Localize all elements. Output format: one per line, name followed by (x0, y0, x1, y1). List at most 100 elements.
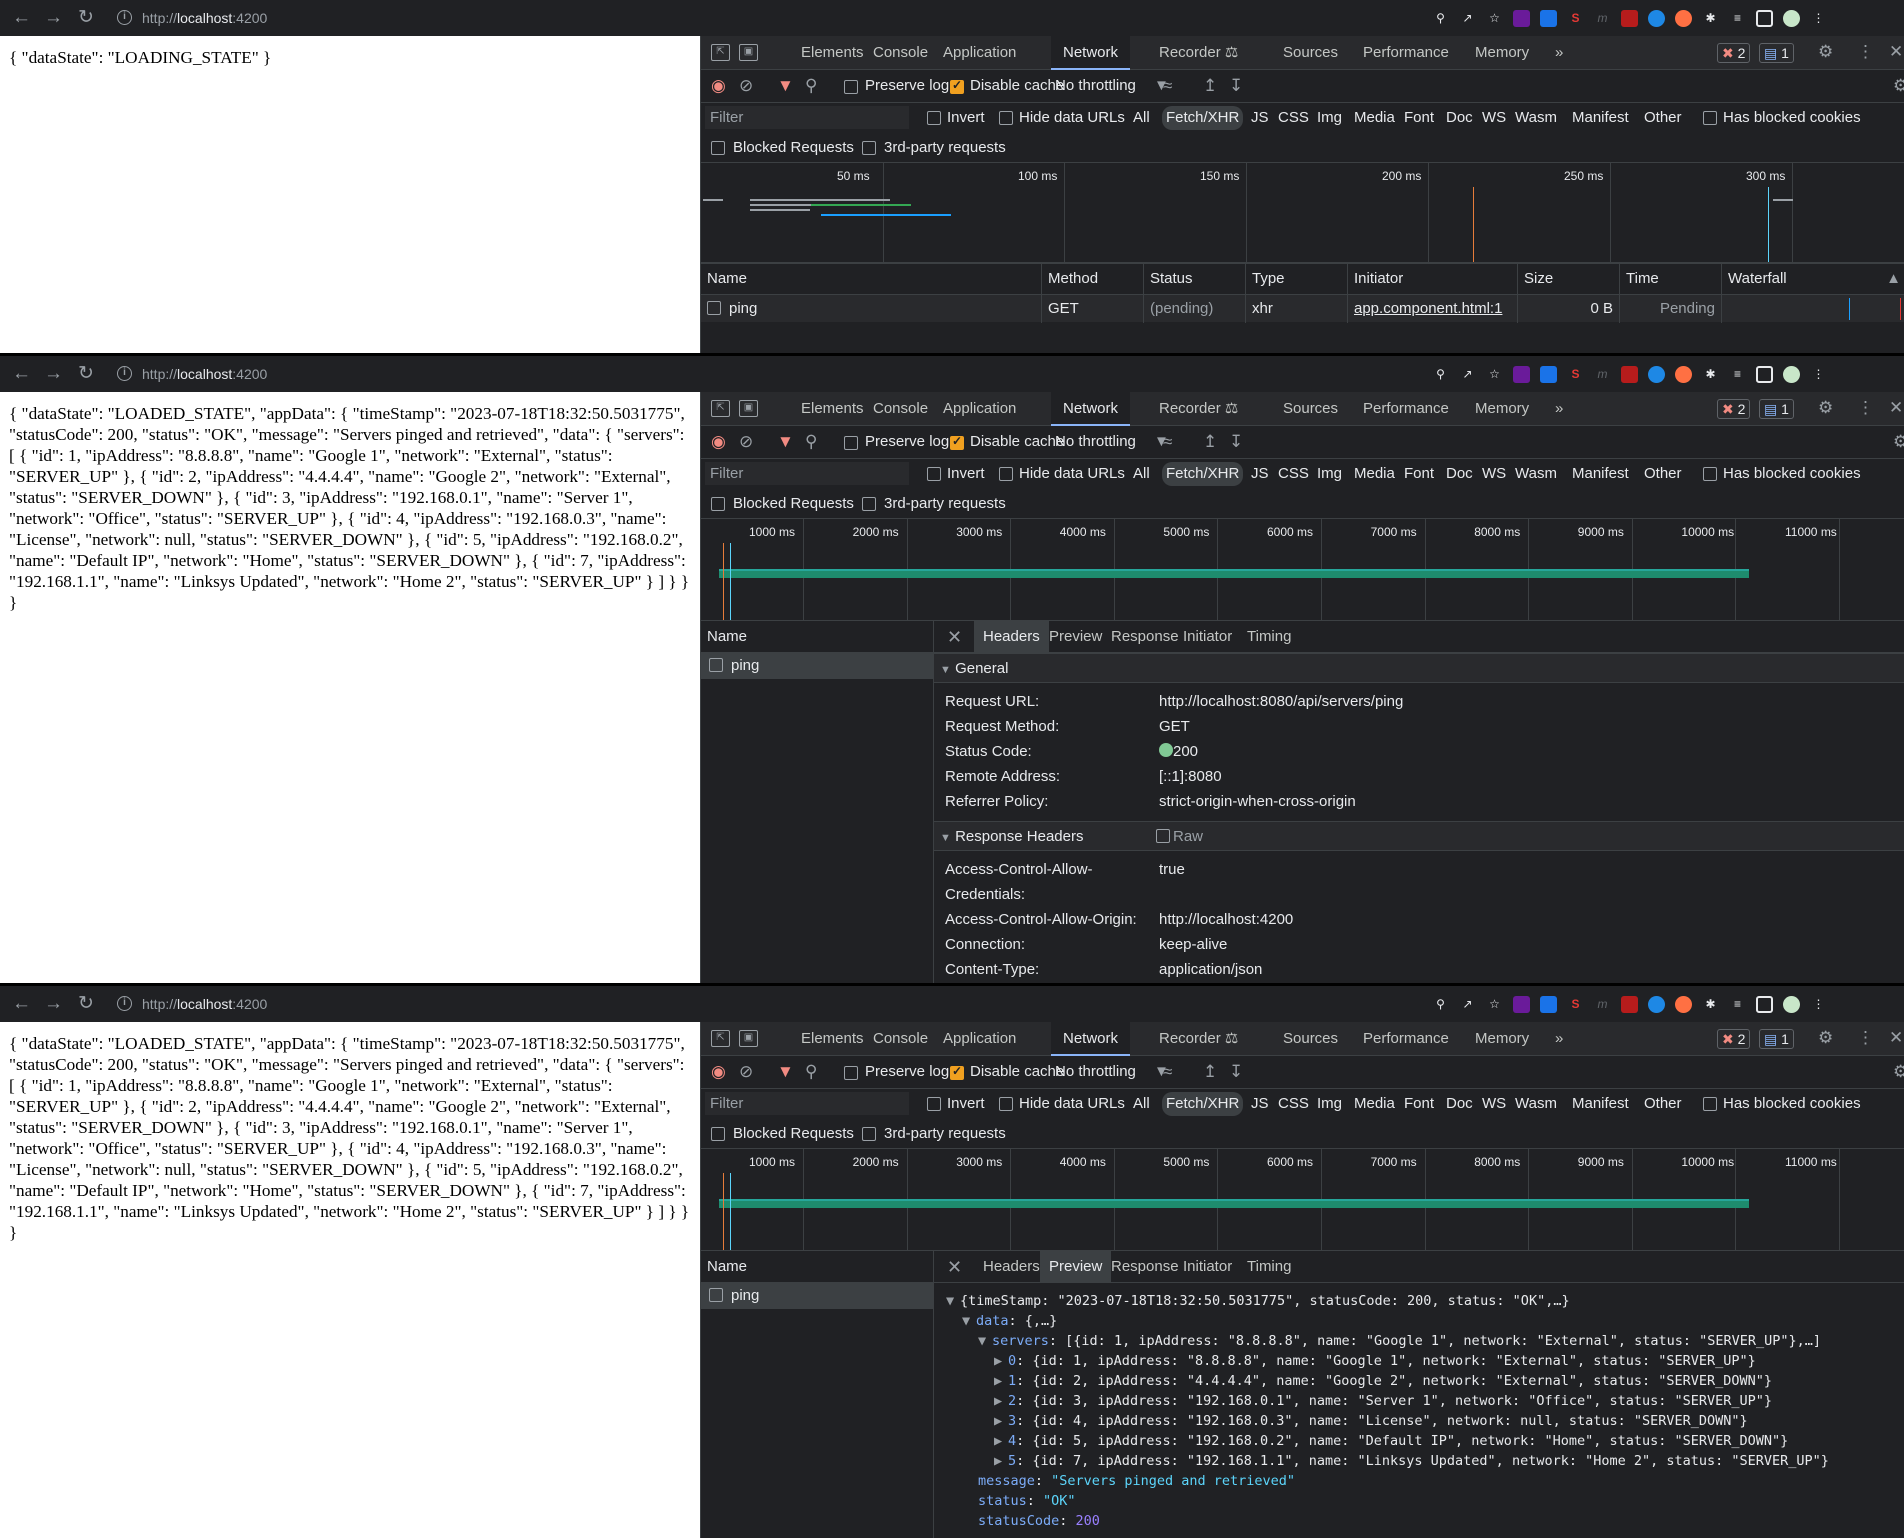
error-count-badge[interactable]: ✖ 2 (1717, 399, 1751, 419)
download-icon[interactable]: ↧ (1229, 76, 1243, 96)
download-icon[interactable]: ↧ (1229, 432, 1243, 452)
zoom-icon[interactable]: ⚲ (1432, 996, 1449, 1013)
message-count-badge[interactable]: ▤ 1 (1759, 43, 1794, 63)
extension-icon[interactable] (1621, 9, 1638, 27)
tab-performance[interactable]: Performance (1351, 1022, 1461, 1056)
close-icon[interactable]: ✕ (1889, 42, 1903, 62)
share-icon[interactable]: ↗ (1459, 10, 1476, 27)
extension-icon[interactable] (1621, 365, 1638, 383)
extension-icon[interactable] (1675, 365, 1692, 383)
json-tree-item[interactable]: ▶ 5: {id: 7, ipAddress: "192.168.1.1", na… (994, 1451, 1829, 1471)
tab-timing[interactable]: Timing (1238, 1251, 1300, 1283)
device-toolbar-icon[interactable]: ▣ (739, 44, 758, 61)
extension-icon[interactable]: S (1567, 10, 1584, 27)
tab-network[interactable]: Network (1051, 1022, 1131, 1056)
invert-checkbox[interactable] (927, 1097, 941, 1111)
column-header-name[interactable]: Name (701, 264, 1042, 294)
upload-icon[interactable]: ↥ (1203, 76, 1217, 96)
throttling-select[interactable]: No throttling ▼ (1055, 77, 1169, 94)
json-tree-item[interactable]: ▶ 2: {id: 3, ipAddress: "192.168.0.1", na… (994, 1391, 1772, 1411)
table-row[interactable]: ping GET (pending) xhr app.component.htm… (701, 294, 1904, 323)
extension-icon[interactable] (1513, 9, 1530, 27)
gear-icon[interactable]: ⚙ (1818, 398, 1833, 418)
disable-cache-checkbox[interactable] (950, 78, 964, 94)
throttling-select[interactable]: No throttling ▼ (1055, 433, 1169, 450)
message-count-badge[interactable]: ▤ 1 (1759, 399, 1794, 419)
tab-recorder[interactable]: Recorder ⚖ (1147, 1022, 1250, 1056)
puzzle-icon[interactable]: ✱ (1702, 10, 1719, 27)
reading-list-icon[interactable]: ≡ (1729, 366, 1746, 383)
share-icon[interactable]: ↗ (1459, 366, 1476, 383)
gear-icon[interactable]: ⚙ (1818, 1028, 1833, 1048)
filter-type-fetch-xhr[interactable]: Fetch/XHR (1162, 1092, 1244, 1116)
preserve-log-checkbox[interactable] (844, 80, 858, 94)
puzzle-icon[interactable]: ✱ (1702, 996, 1719, 1013)
avatar[interactable] (1783, 995, 1800, 1013)
filter-type-other[interactable]: Other (1640, 1092, 1686, 1116)
kebab-menu-icon[interactable]: ⋮ (1810, 366, 1827, 383)
third-party-checkbox[interactable] (862, 1127, 876, 1141)
gear-icon[interactable]: ⚙ (1893, 76, 1904, 96)
puzzle-icon[interactable]: ✱ (1702, 366, 1719, 383)
preserve-log-checkbox[interactable] (844, 1066, 858, 1080)
table-row[interactable]: ping (701, 653, 933, 679)
filter-type-img[interactable]: Img (1313, 1092, 1346, 1116)
tab-recorder[interactable]: Recorder ⚖ (1147, 392, 1250, 426)
side-panel-icon[interactable] (1756, 995, 1773, 1013)
error-count-badge[interactable]: ✖ 2 (1717, 1029, 1751, 1049)
extension-icon[interactable] (1513, 995, 1530, 1013)
filter-type-fetch-xhr[interactable]: Fetch/XHR (1162, 462, 1244, 486)
extension-icon[interactable] (1648, 9, 1665, 27)
disable-cache-checkbox[interactable] (950, 434, 964, 450)
gear-icon[interactable]: ⚙ (1893, 432, 1904, 452)
forward-arrow-icon[interactable]: → (44, 994, 63, 1014)
device-toolbar-icon[interactable]: ▣ (739, 400, 758, 417)
more-tabs-icon[interactable]: » (1543, 392, 1575, 426)
row-checkbox[interactable] (707, 301, 721, 315)
more-tabs-icon[interactable]: » (1543, 36, 1575, 70)
filter-type-js[interactable]: JS (1247, 1092, 1273, 1116)
tab-console[interactable]: Console (861, 1022, 940, 1056)
inspect-element-icon[interactable]: ⇱ (711, 400, 730, 417)
device-toolbar-icon[interactable]: ▣ (739, 1030, 758, 1047)
tab-performance[interactable]: Performance (1351, 392, 1461, 426)
info-icon[interactable]: i (117, 10, 132, 25)
search-icon[interactable]: ⚲ (805, 76, 817, 96)
kebab-menu-icon[interactable]: ⋮ (1857, 1028, 1874, 1048)
filter-input[interactable]: Filter (705, 1092, 909, 1115)
preserve-log-checkbox[interactable] (844, 436, 858, 450)
has-blocked-cookies-checkbox[interactable] (1703, 1097, 1717, 1111)
address-bar[interactable]: http://localhost:4200 (142, 10, 267, 26)
filter-icon[interactable]: ▼ (777, 432, 794, 452)
tab-memory[interactable]: Memory (1463, 36, 1541, 70)
json-tree-servers[interactable]: ▼ servers: [{id: 1, ipAddress: "8.8.8.8",… (978, 1331, 1821, 1351)
tab-sources[interactable]: Sources (1271, 1022, 1350, 1056)
gear-icon[interactable]: ⚙ (1818, 42, 1833, 62)
extension-icon[interactable] (1648, 365, 1665, 383)
json-tree-item[interactable]: ▶ 4: {id: 5, ipAddress: "192.168.0.2", na… (994, 1431, 1788, 1451)
disable-cache-checkbox[interactable] (950, 1064, 964, 1080)
avatar[interactable] (1783, 365, 1800, 383)
filter-type-all[interactable]: All (1129, 1092, 1154, 1116)
json-tree-data[interactable]: ▼ data: {,…} (962, 1311, 1057, 1331)
tab-network[interactable]: Network (1051, 392, 1131, 426)
upload-icon[interactable]: ↥ (1203, 1062, 1217, 1082)
third-party-checkbox[interactable] (862, 141, 876, 155)
filter-type-font[interactable]: Font (1400, 462, 1438, 486)
tab-memory[interactable]: Memory (1463, 392, 1541, 426)
record-stop-icon[interactable]: ◉ (711, 432, 726, 452)
tab-network[interactable]: Network (1051, 36, 1131, 70)
tab-console[interactable]: Console (861, 392, 940, 426)
filter-type-manifest[interactable]: Manifest (1568, 462, 1633, 486)
filter-type-ws[interactable]: WS (1478, 1092, 1510, 1116)
search-icon[interactable]: ⚲ (805, 432, 817, 452)
side-panel-icon[interactable] (1756, 9, 1773, 27)
more-tabs-icon[interactable]: » (1543, 1022, 1575, 1056)
filter-type-all[interactable]: All (1129, 106, 1154, 130)
upload-icon[interactable]: ↥ (1203, 432, 1217, 452)
hide-data-urls-checkbox[interactable] (999, 111, 1013, 125)
kebab-menu-icon[interactable]: ⋮ (1810, 996, 1827, 1013)
extension-icon[interactable]: m (1594, 366, 1611, 383)
message-count-badge[interactable]: ▤ 1 (1759, 1029, 1794, 1049)
inspect-element-icon[interactable]: ⇱ (711, 44, 730, 61)
